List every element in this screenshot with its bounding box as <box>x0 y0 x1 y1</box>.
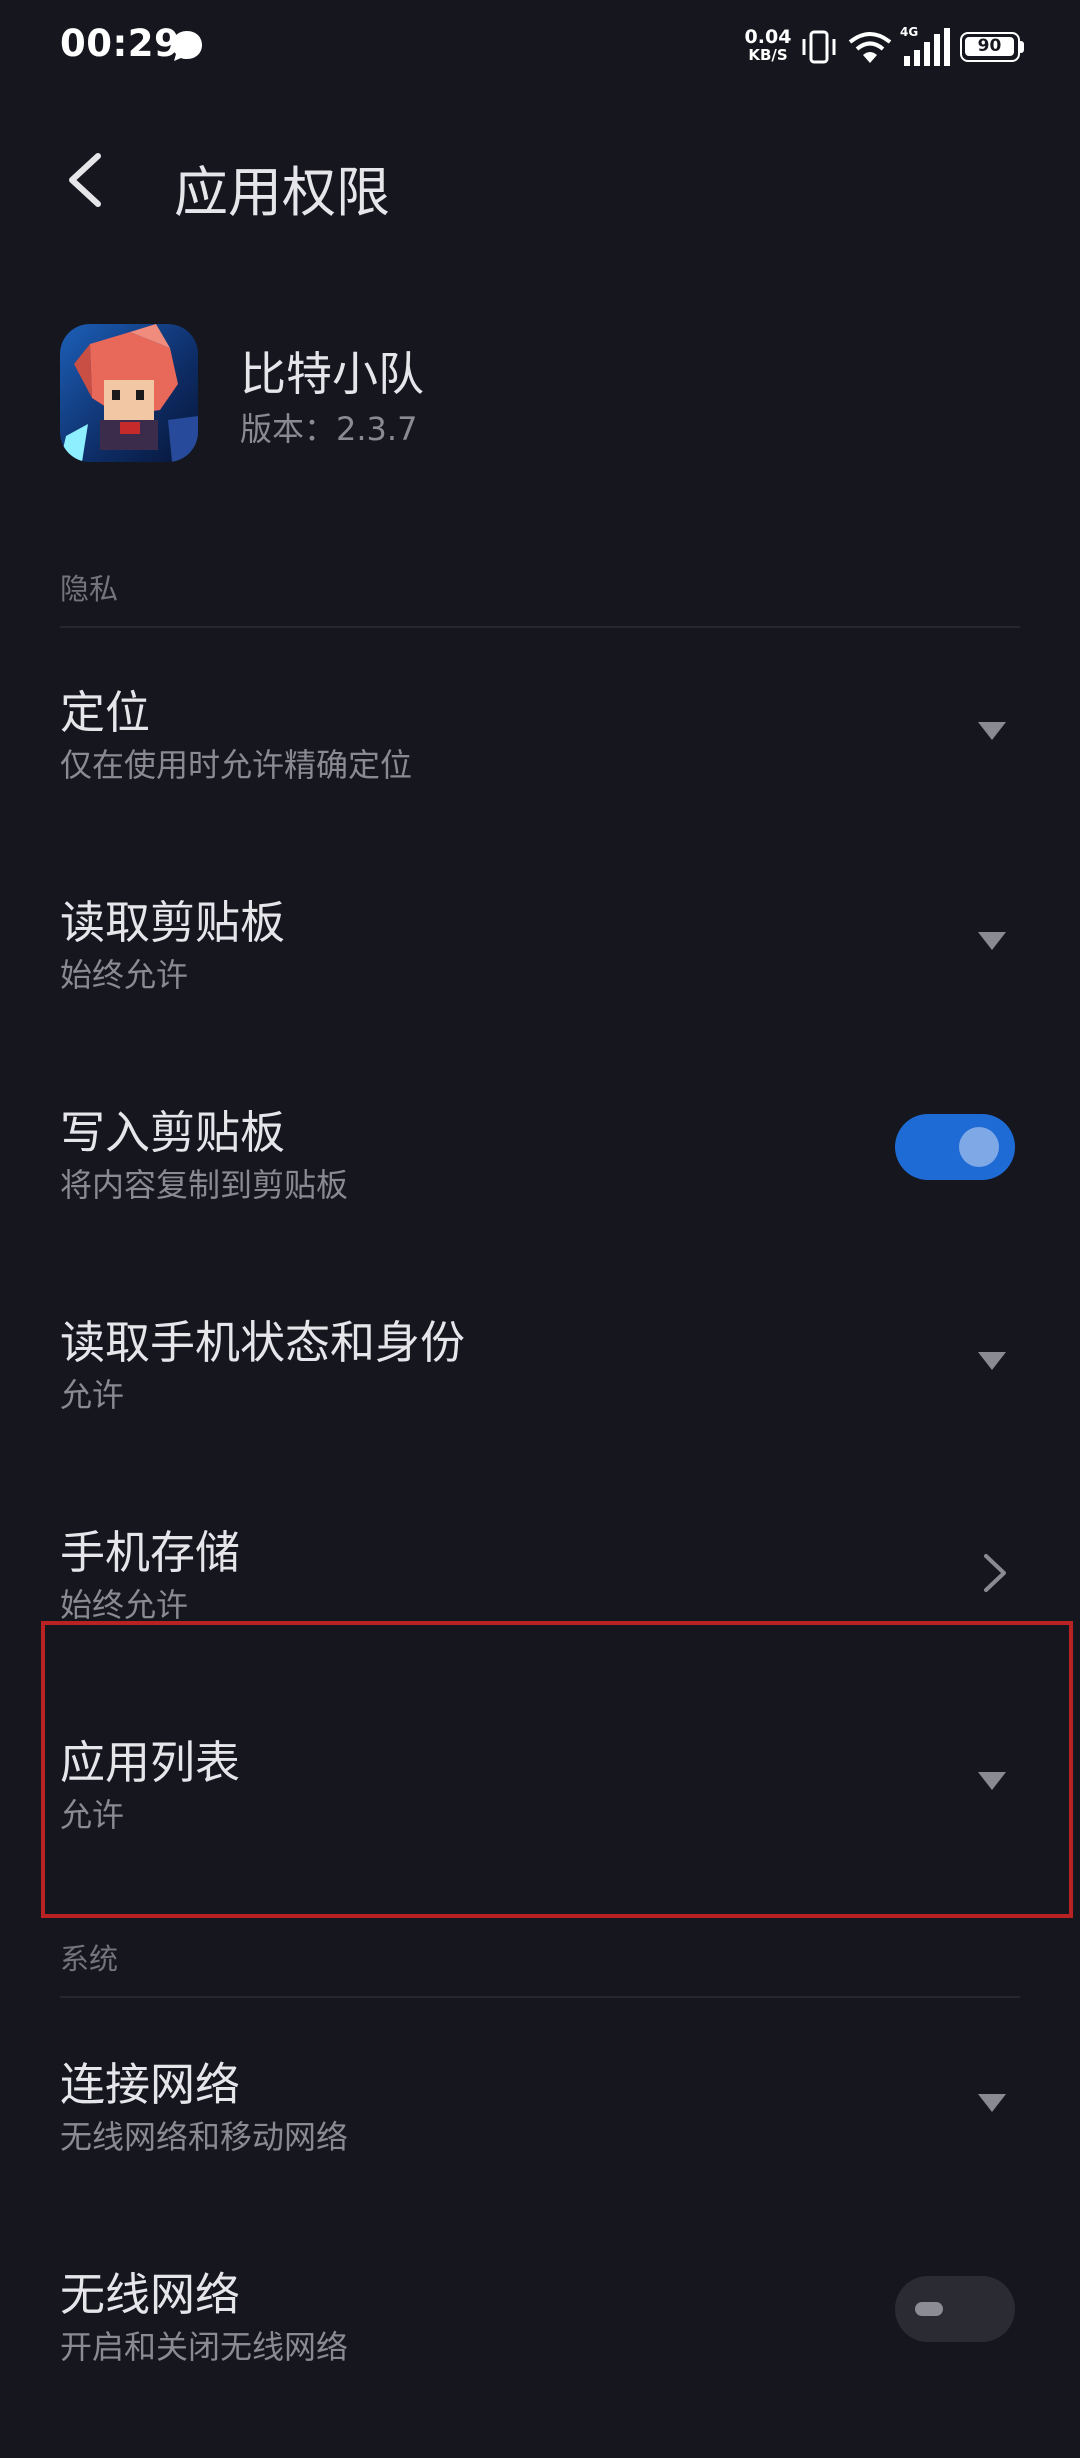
app-version: 版本：2.3.7 <box>240 410 418 448</box>
toggle-knob <box>959 1127 999 1167</box>
permission-title: 定位 <box>60 686 151 739</box>
battery-tip <box>1020 41 1024 53</box>
permission-item-network[interactable]: 连接网络 无线网络和移动网络 <box>0 2048 1080 2248</box>
network-type-label: 4G <box>900 26 918 39</box>
permission-item-location[interactable]: 定位 仅在使用时允许精确定位 <box>0 676 1080 876</box>
chat-bubble-icon <box>172 31 202 61</box>
back-arrow-icon[interactable] <box>52 140 124 220</box>
battery-level: 90 <box>965 37 1014 56</box>
permission-subtitle: 开启和关闭无线网络 <box>60 2328 349 2366</box>
permission-subtitle: 始终允许 <box>60 956 189 994</box>
status-time: 00:29 <box>60 22 181 65</box>
selection-highlight-box <box>41 1621 1073 1918</box>
permission-item-read-clipboard[interactable]: 读取剪贴板 始终允许 <box>0 886 1080 1086</box>
app-icon-image <box>60 324 198 462</box>
permission-item-write-clipboard[interactable]: 写入剪贴板 将内容复制到剪贴板 <box>0 1096 1080 1296</box>
write-clipboard-toggle[interactable] <box>895 1114 1015 1180</box>
dropdown-arrow-icon[interactable] <box>978 932 1006 950</box>
permission-subtitle: 仅在使用时允许精确定位 <box>60 746 413 784</box>
chevron-right-icon[interactable] <box>982 1552 1008 1594</box>
permission-subtitle: 允许 <box>60 1376 125 1414</box>
permission-title: 手机存储 <box>60 1526 241 1579</box>
permission-subtitle: 将内容复制到剪贴板 <box>60 1166 349 1204</box>
permission-title: 连接网络 <box>60 2058 241 2111</box>
permission-item-wifi[interactable]: 无线网络 开启和关闭无线网络 <box>0 2258 1080 2458</box>
section-header-privacy: 隐私 <box>60 572 119 606</box>
dropdown-arrow-icon[interactable] <box>978 2094 1006 2112</box>
permission-item-phone-state[interactable]: 读取手机状态和身份 允许 <box>0 1306 1080 1506</box>
section-header-system: 系统 <box>60 1942 119 1976</box>
permission-title: 无线网络 <box>60 2268 241 2321</box>
status-bar: 00:29 0.04 KB/S 4G 90 <box>0 0 1080 96</box>
vibrate-icon <box>802 30 836 64</box>
dropdown-arrow-icon[interactable] <box>978 1352 1006 1370</box>
section-divider-system <box>60 1996 1020 1998</box>
network-speed: 0.04 KB/S <box>740 26 796 65</box>
app-icon <box>60 324 198 462</box>
page-title: 应用权限 <box>174 161 390 224</box>
wifi-icon <box>848 32 892 63</box>
signal-icon: 4G <box>900 26 950 66</box>
permission-title: 写入剪贴板 <box>60 1106 286 1159</box>
wifi-toggle[interactable] <box>895 2276 1015 2342</box>
battery-icon: 90 <box>960 32 1020 62</box>
dropdown-arrow-icon[interactable] <box>978 722 1006 740</box>
toggle-knob <box>915 2302 943 2316</box>
section-divider-privacy <box>60 626 1020 628</box>
app-name: 比特小队 <box>240 347 424 401</box>
permission-title: 读取剪贴板 <box>60 896 286 949</box>
permission-title: 读取手机状态和身份 <box>60 1316 466 1369</box>
permission-subtitle: 始终允许 <box>60 1586 189 1624</box>
network-speed-unit: KB/S <box>748 46 788 64</box>
network-speed-value: 0.04 <box>744 26 792 48</box>
permission-subtitle: 无线网络和移动网络 <box>60 2118 349 2156</box>
